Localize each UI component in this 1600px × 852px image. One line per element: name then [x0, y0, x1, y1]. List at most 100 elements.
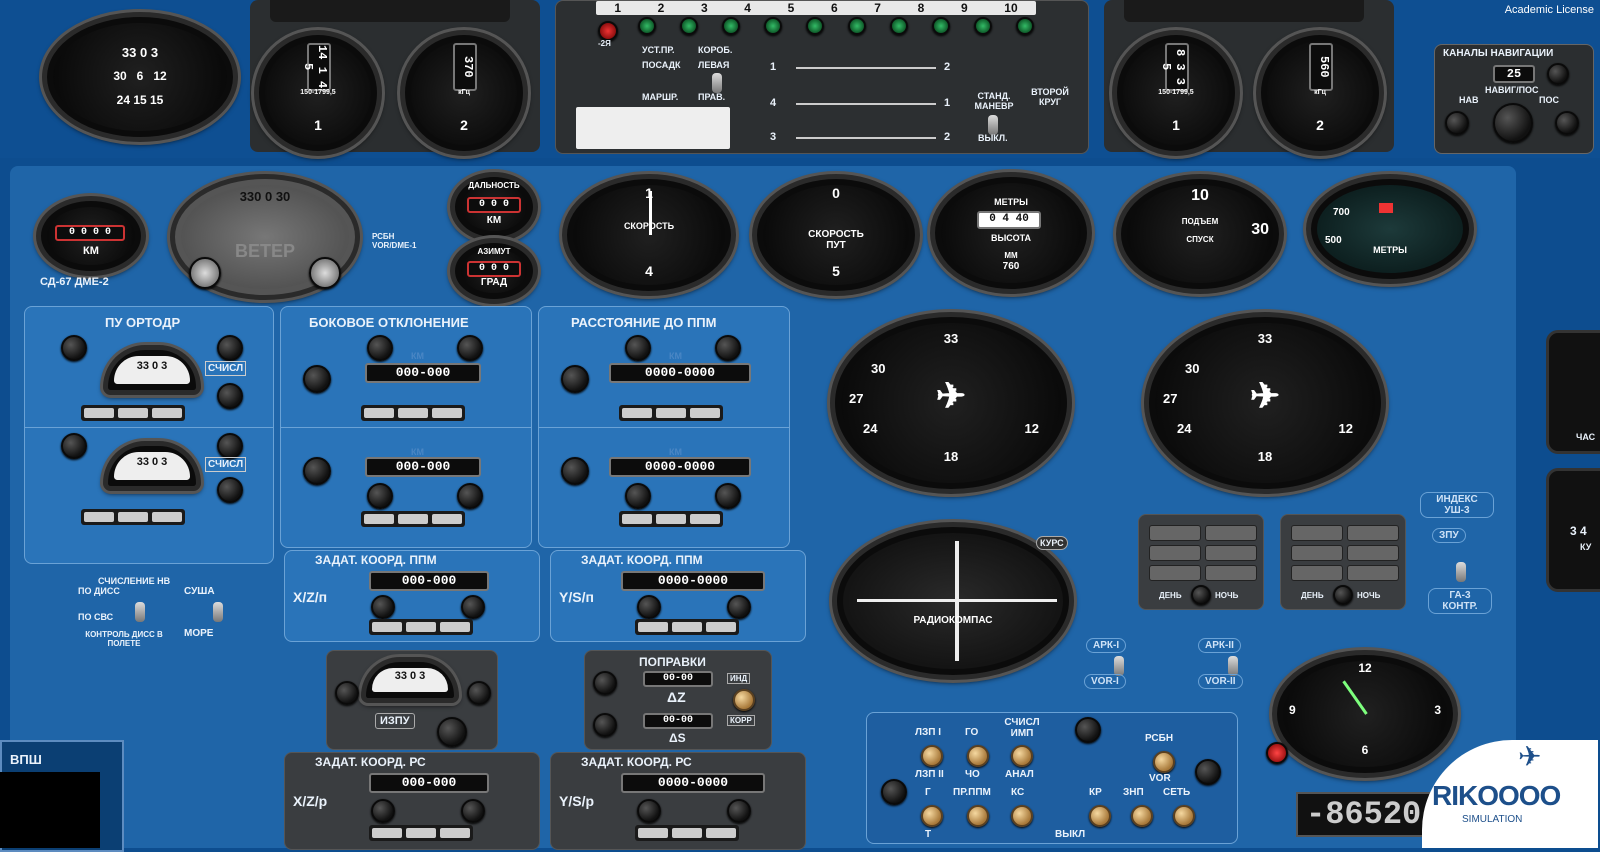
zadat1-knob-r[interactable] — [461, 595, 485, 619]
bsw-knob-go[interactable] — [967, 745, 989, 767]
dme-label: СД-67 ДМЕ-2 — [40, 276, 109, 288]
bok-knob-2[interactable] — [457, 335, 483, 361]
zadat3-knob-r[interactable] — [461, 799, 485, 823]
lamp-l-dimmer[interactable] — [1191, 585, 1211, 605]
bsw-knob-left[interactable] — [881, 779, 907, 805]
lamp-r-dimmer[interactable] — [1333, 585, 1353, 605]
vor-1-tag: VOR-I — [1084, 674, 1126, 689]
radio-left-dial-1[interactable]: 14 1 4 5 150-1799,5 1 — [254, 30, 382, 156]
ras-knob-3[interactable] — [625, 483, 651, 509]
bsw-knob-lzp[interactable] — [921, 745, 943, 767]
clock-red-button[interactable] — [1266, 742, 1288, 764]
ark-2-toggle[interactable] — [1228, 656, 1238, 676]
radio-right-freq1: 8 3 3 5 — [1159, 43, 1189, 91]
zadat3-knob-l[interactable] — [371, 799, 395, 823]
red-button[interactable] — [598, 21, 618, 41]
checklist-card — [576, 107, 730, 149]
ras-button-row-2[interactable] — [619, 511, 723, 527]
bok-knob-dark-2[interactable] — [303, 457, 331, 485]
mode-toggle[interactable] — [712, 73, 722, 93]
zadat2-knob-r[interactable] — [727, 595, 751, 619]
bsw-knob-kr[interactable] — [1089, 805, 1111, 827]
lamp-l2 — [1205, 525, 1257, 541]
altimeter-label: ВЫСОТА — [990, 233, 1032, 243]
ras-counter-2: 0000-0000 — [609, 457, 751, 477]
bok-knob-1[interactable] — [367, 335, 393, 361]
izpu-knob-r[interactable] — [467, 681, 491, 705]
zadat4-knob-r[interactable] — [727, 799, 751, 823]
ras-knob-1[interactable] — [625, 335, 651, 361]
lamp-5 — [806, 17, 824, 35]
izpu-knob-l[interactable] — [335, 681, 359, 705]
wind-knob-left[interactable] — [189, 257, 221, 289]
bok-knob-4[interactable] — [457, 483, 483, 509]
index-toggle[interactable] — [1456, 562, 1466, 582]
schisl-toggle-2[interactable] — [213, 602, 223, 622]
lamp-l6 — [1205, 565, 1257, 581]
izpu-label[interactable]: ИЗПУ — [375, 713, 415, 729]
nav-mode-knob[interactable] — [1493, 103, 1533, 143]
pu-button-row-1[interactable] — [81, 405, 185, 421]
ras-knob-2[interactable] — [715, 335, 741, 361]
zadat4-knob-l[interactable] — [637, 799, 661, 823]
pu-knob-3[interactable] — [217, 383, 243, 409]
pu-button-row-2[interactable] — [81, 509, 185, 525]
zadat2-knob-l[interactable] — [637, 595, 661, 619]
ras-knob-4[interactable] — [715, 483, 741, 509]
logo-sub: SIMULATION — [1462, 814, 1523, 825]
izpu-big-knob[interactable] — [437, 717, 467, 747]
pu-knob-6[interactable] — [217, 477, 243, 503]
zadat2-buttons[interactable] — [635, 619, 739, 635]
zadat4-axis: Y/S/р — [559, 793, 595, 809]
bok-knob-dark-1[interactable] — [303, 365, 331, 393]
bsw-knob-rsbn[interactable] — [1153, 751, 1175, 773]
nav-right-knob[interactable] — [1555, 111, 1579, 135]
radio-right-dial-2[interactable]: 560 кГц 2 — [1256, 30, 1384, 156]
nav-channel-knob[interactable] — [1547, 63, 1569, 85]
popravki-brass-knob[interactable] — [733, 689, 755, 711]
radio-left-dial-2[interactable]: 370 кГц 2 — [400, 30, 528, 156]
izpu-panel: 33 0 3 ИЗПУ — [326, 650, 498, 750]
ark-1-tag: АРК-I — [1086, 638, 1127, 653]
zadat1-knob-l[interactable] — [371, 595, 395, 619]
pu-knob-4[interactable] — [61, 433, 87, 459]
ras-button-row-1[interactable] — [619, 405, 723, 421]
zadat3-buttons[interactable] — [369, 825, 473, 841]
popravki-knob-l1[interactable] — [593, 671, 617, 695]
bsw-knob-ks[interactable] — [1011, 805, 1033, 827]
bok-button-row-2[interactable] — [361, 511, 465, 527]
pu-knob-2[interactable] — [217, 335, 243, 361]
bsw-knob-top[interactable] — [1075, 717, 1101, 743]
zadat-y-ppm-panel: ЗАДАТ. КООРД. ППМ Y/S/п 0000-0000 — [550, 550, 806, 642]
pu-knob-1[interactable] — [61, 335, 87, 361]
ras-knob-dark-2[interactable] — [561, 457, 589, 485]
bsw-knob-prppm[interactable] — [967, 805, 989, 827]
course-bar-1 — [796, 67, 936, 69]
hsi-left-33: 33 — [943, 331, 959, 346]
radio-right-dial-1[interactable]: 8 3 3 5 150-1799,5 1 — [1112, 30, 1240, 156]
wind-knob-right[interactable] — [309, 257, 341, 289]
radio-right-unit: кГц — [1314, 89, 1326, 96]
ark-1-toggle[interactable] — [1114, 656, 1124, 676]
schisl-toggle-1[interactable] — [135, 602, 145, 622]
tail-number: -86520 — [1296, 792, 1432, 837]
bsw-knob-g[interactable] — [921, 805, 943, 827]
popravki-knob-l2[interactable] — [593, 713, 617, 737]
distance-gauge: ДАЛЬНОСТЬ 0 0 0 КМ — [450, 172, 538, 242]
bsw-knob-set[interactable] — [1173, 805, 1195, 827]
bok-knob-3[interactable] — [367, 483, 393, 509]
bok-button-row-1[interactable] — [361, 405, 465, 421]
maneuver-toggle[interactable] — [988, 115, 998, 135]
pu-knob-5[interactable] — [217, 433, 243, 459]
ras-knob-dark-1[interactable] — [561, 365, 589, 393]
bsw-knob-znp[interactable] — [1131, 805, 1153, 827]
vsi-gauge: 10 ПОДЪЕМ СПУСК 30 — [1116, 174, 1284, 294]
logo-brand: RIKOOOO — [1432, 780, 1561, 811]
radio-left-freq1: 14 1 4 5 — [301, 43, 331, 91]
zadat1-buttons[interactable] — [369, 619, 473, 635]
course-bar-2 — [796, 103, 936, 105]
bsw-knob-right[interactable] — [1195, 759, 1221, 785]
nav-left-knob[interactable] — [1445, 111, 1469, 135]
bsw-knob-schisl[interactable] — [1011, 745, 1033, 767]
zadat4-buttons[interactable] — [635, 825, 739, 841]
